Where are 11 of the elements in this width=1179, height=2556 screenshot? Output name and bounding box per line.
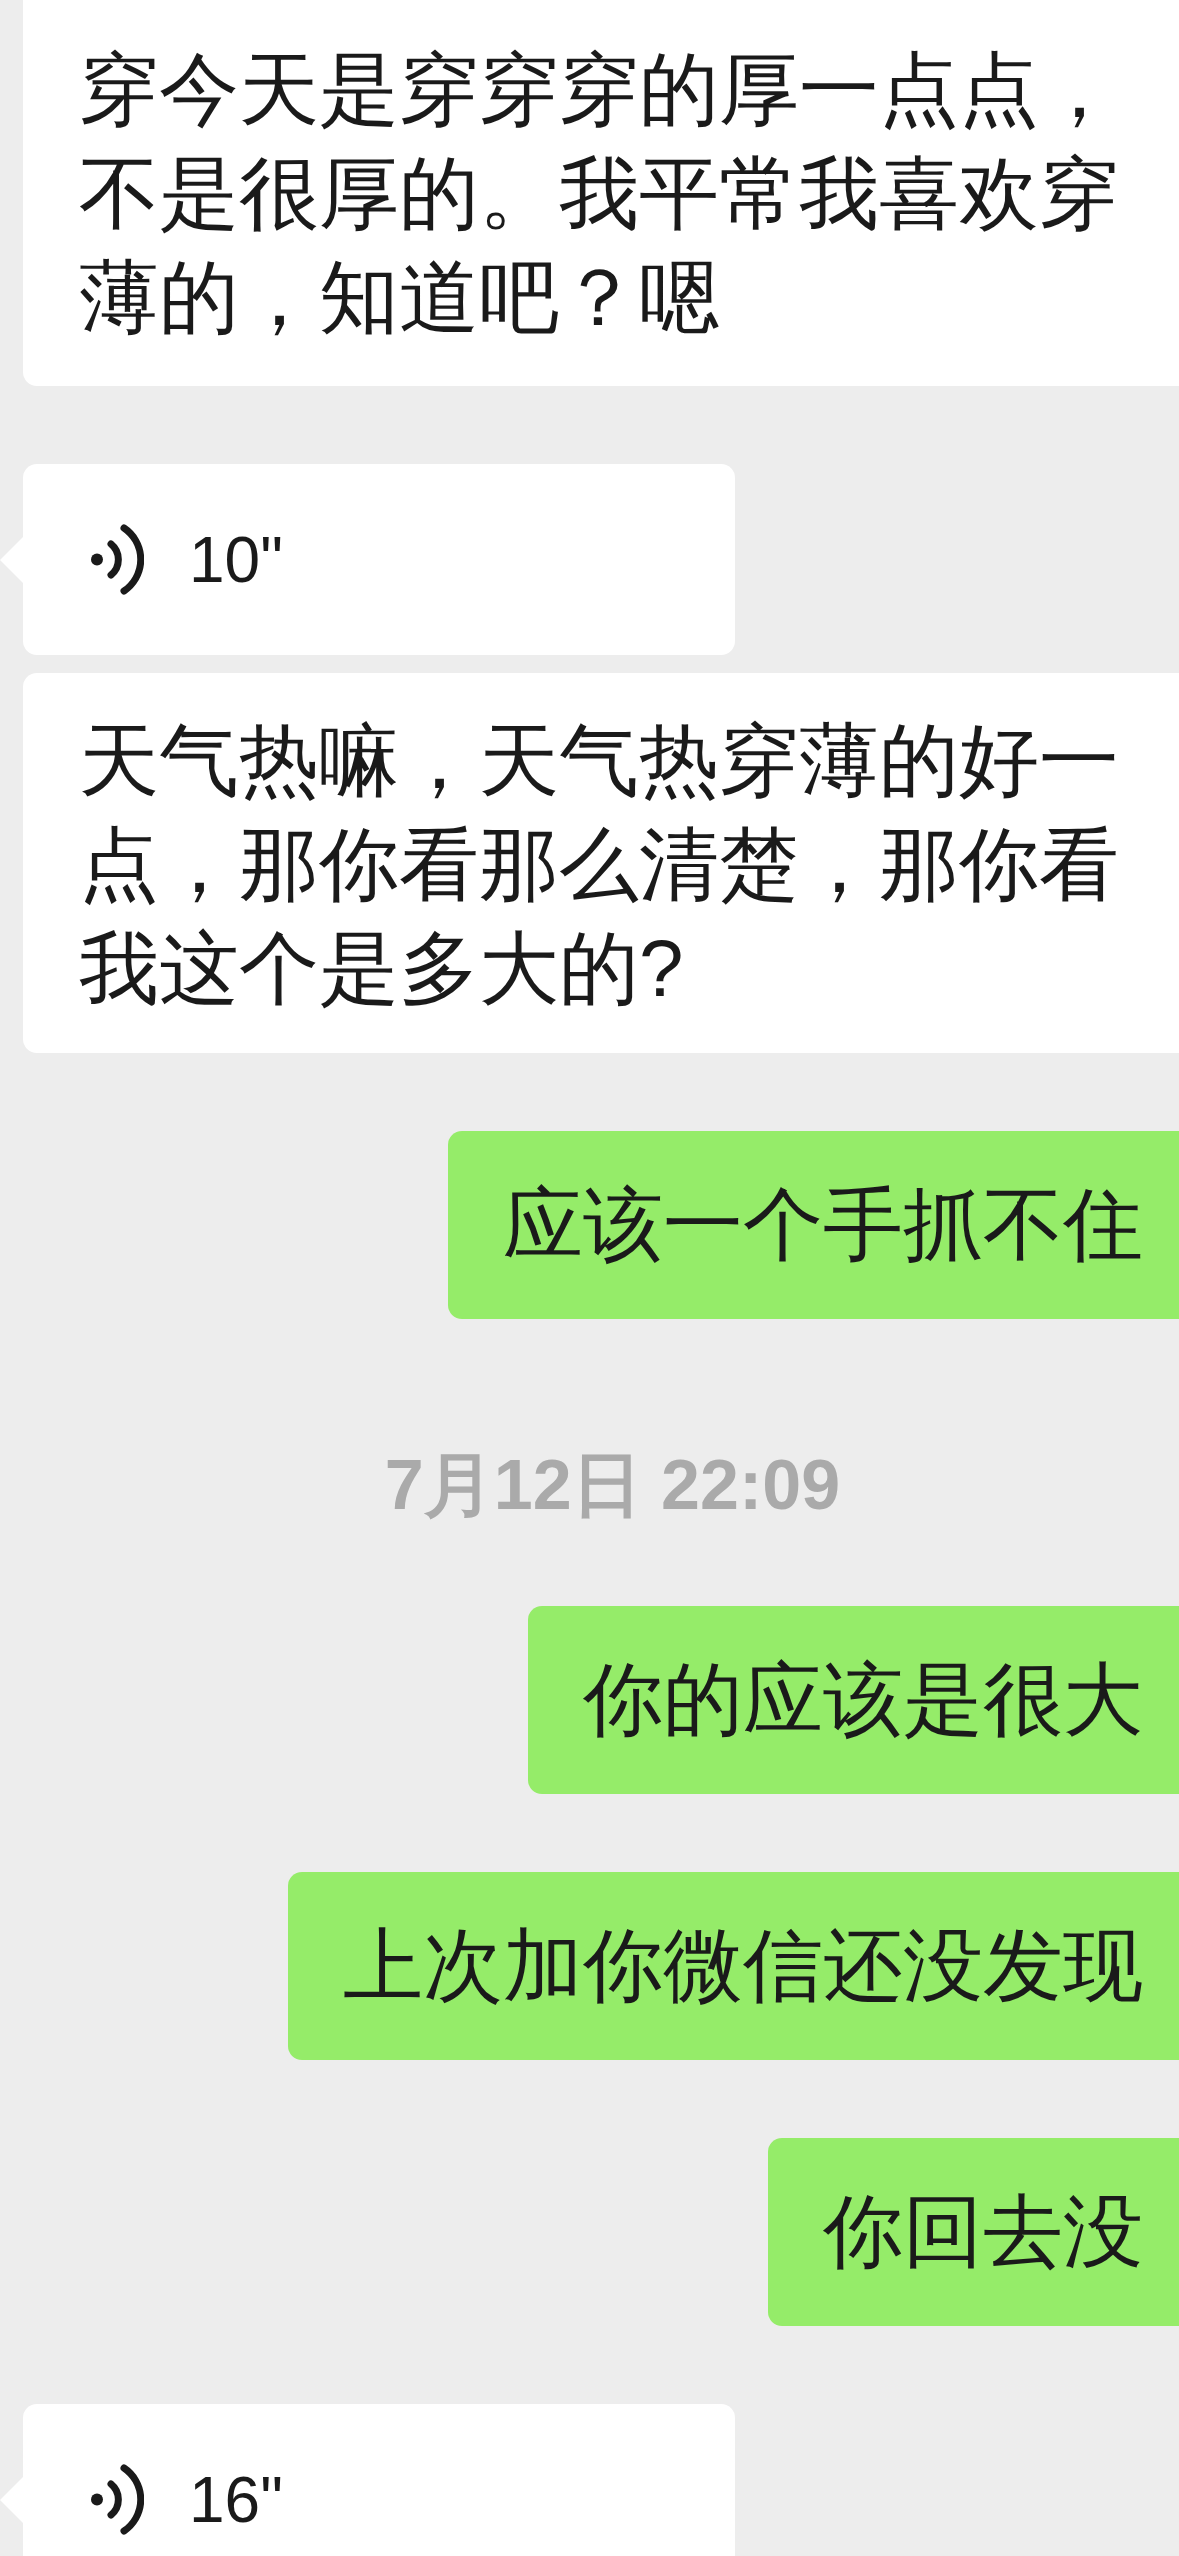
sound-waves-icon — [90, 522, 144, 597]
voice-message[interactable]: 10" — [23, 464, 735, 655]
voice-transcript: 穿今天是穿穿穿的厚一点点，不是很厚的。我平常我喜欢穿薄的，知道吧？嗯 — [23, 0, 1179, 386]
message-bubble: 你回去没 — [768, 2138, 1179, 2326]
message-time: 7月12日 22:09 — [384, 1445, 841, 1526]
message-bubble: 你的应该是很大 — [528, 1606, 1179, 1794]
message-bubble: 上次加你微信还没发现 — [288, 1872, 1179, 2060]
voice-transcript: 天气热嘛，天气热穿薄的好一点，那你看那么清楚，那你看我这个是多大的? — [23, 673, 1179, 1053]
voice-message[interactable]: 16" — [23, 2404, 735, 2556]
message-bubble: 应该一个手抓不住 — [448, 1131, 1179, 1319]
sound-waves-icon — [90, 2462, 144, 2537]
